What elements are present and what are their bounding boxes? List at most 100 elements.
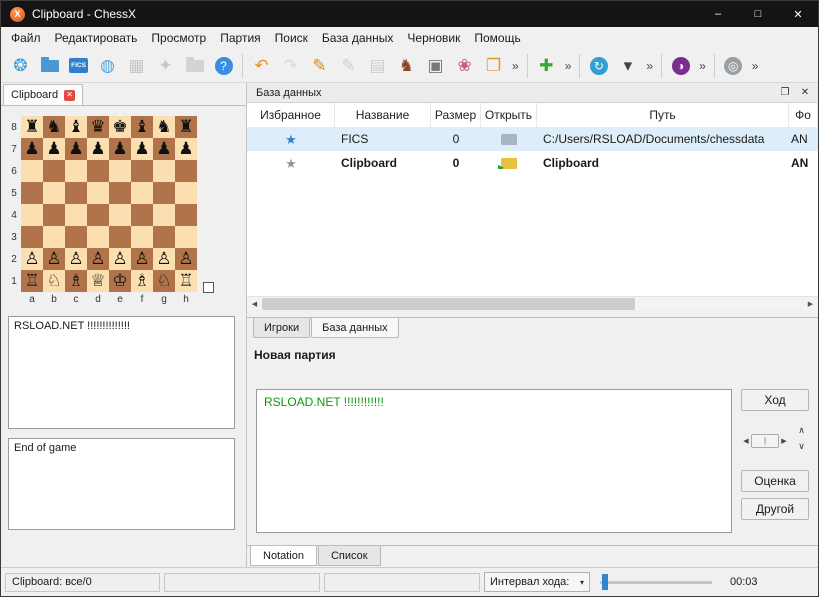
square-h8[interactable]: ♜: [175, 116, 197, 138]
square-g5[interactable]: [153, 182, 175, 204]
square-c1[interactable]: ♗: [65, 270, 87, 292]
square-c7[interactable]: ♟: [65, 138, 87, 160]
new-database-icon[interactable]: ❂: [6, 52, 35, 80]
square-c3[interactable]: [65, 226, 87, 248]
square-c8[interactable]: ♝: [65, 116, 87, 138]
other-button[interactable]: Другой: [741, 498, 809, 520]
square-b2[interactable]: ♙: [43, 248, 65, 270]
folder-icon[interactable]: [180, 52, 209, 80]
comment-icon[interactable]: ✎: [334, 52, 363, 80]
favorite-star-icon[interactable]: ★: [285, 133, 297, 146]
square-g6[interactable]: [153, 160, 175, 182]
move-interval-combobox[interactable]: Интервал хода: ▾: [484, 572, 590, 592]
col-header-size[interactable]: Размер: [431, 103, 481, 127]
square-h2[interactable]: ♙: [175, 248, 197, 270]
square-b8[interactable]: ♞: [43, 116, 65, 138]
slider-right-icon[interactable]: ▶: [779, 437, 789, 445]
close-panel-icon[interactable]: ✕: [798, 87, 812, 98]
square-b3[interactable]: [43, 226, 65, 248]
move-slider[interactable]: ◀ | ▶: [741, 433, 789, 448]
square-a3[interactable]: [21, 226, 43, 248]
move-button[interactable]: Ход: [741, 389, 809, 411]
fics-icon[interactable]: FICS: [64, 52, 93, 80]
square-a6[interactable]: [21, 160, 43, 182]
square-e6[interactable]: [109, 160, 131, 182]
interval-slider-handle[interactable]: [602, 574, 608, 590]
scroll-left-icon[interactable]: ◀: [247, 300, 262, 308]
toolbar-overflow-icon[interactable]: »: [642, 59, 657, 73]
notation-box[interactable]: RSLOAD.NET !!!!!!!!!!!!: [256, 389, 732, 533]
edit-icon[interactable]: ✎: [305, 52, 334, 80]
web-search-icon[interactable]: ◎: [719, 52, 748, 80]
square-f6[interactable]: [131, 160, 153, 182]
col-header-path[interactable]: Путь: [537, 103, 789, 127]
tab-players[interactable]: Игроки: [253, 318, 310, 338]
square-f5[interactable]: [131, 182, 153, 204]
col-header-favorite[interactable]: Избранное: [247, 103, 335, 127]
square-f4[interactable]: [131, 204, 153, 226]
resize-arrows-icon[interactable]: ✚: [532, 52, 561, 80]
square-g7[interactable]: ♟: [153, 138, 175, 160]
square-e7[interactable]: ♟: [109, 138, 131, 160]
square-b4[interactable]: [43, 204, 65, 226]
toolbar-overflow-icon[interactable]: »: [508, 59, 523, 73]
help-icon[interactable]: ?: [209, 52, 238, 80]
open-folder-icon[interactable]: ▶: [501, 158, 517, 169]
horizontal-scrollbar[interactable]: ◀ ▶: [247, 296, 818, 310]
square-a2[interactable]: ♙: [21, 248, 43, 270]
slider-left-icon[interactable]: ◀: [741, 437, 751, 445]
square-f1[interactable]: ♗: [131, 270, 153, 292]
tab-clipboard[interactable]: Clipboard ✕: [3, 84, 83, 105]
square-b1[interactable]: ♘: [43, 270, 65, 292]
web-database-icon[interactable]: ◍: [93, 52, 122, 80]
close-button[interactable]: ✕: [778, 1, 818, 27]
menu-search[interactable]: Поиск: [268, 28, 315, 48]
col-header-format[interactable]: Фо: [789, 103, 818, 127]
paste-icon[interactable]: ❐: [479, 52, 508, 80]
square-h5[interactable]: [175, 182, 197, 204]
square-e2[interactable]: ♙: [109, 248, 131, 270]
square-h7[interactable]: ♟: [175, 138, 197, 160]
square-a7[interactable]: ♟: [21, 138, 43, 160]
undo-icon[interactable]: ↶: [247, 52, 276, 80]
bell-icon[interactable]: ✦: [151, 52, 180, 80]
favorite-star-icon[interactable]: ★: [285, 157, 297, 170]
scroll-thumb[interactable]: [262, 298, 635, 310]
square-h1[interactable]: ♖: [175, 270, 197, 292]
square-c6[interactable]: [65, 160, 87, 182]
square-h3[interactable]: [175, 226, 197, 248]
open-folder-icon[interactable]: [501, 134, 517, 145]
tab-database[interactable]: База данных: [311, 318, 399, 338]
square-b6[interactable]: [43, 160, 65, 182]
spin-down-icon[interactable]: ∨: [794, 439, 809, 453]
square-d1[interactable]: ♕: [87, 270, 109, 292]
square-g8[interactable]: ♞: [153, 116, 175, 138]
annotation-box[interactable]: RSLOAD.NET !!!!!!!!!!!!!!: [8, 316, 235, 429]
interval-slider[interactable]: [600, 572, 712, 592]
square-h6[interactable]: [175, 160, 197, 182]
toolbar-overflow-icon[interactable]: »: [695, 59, 710, 73]
scroll-right-icon[interactable]: ▶: [803, 300, 818, 308]
square-h4[interactable]: [175, 204, 197, 226]
square-e4[interactable]: [109, 204, 131, 226]
square-c5[interactable]: [65, 182, 87, 204]
square-b5[interactable]: [43, 182, 65, 204]
table-row-clipboard[interactable]: ★Clipboard0▶ClipboardAN: [247, 151, 818, 175]
open-database-icon[interactable]: [35, 52, 64, 80]
spin-up-icon[interactable]: ∧: [794, 423, 809, 437]
menu-database[interactable]: База данных: [315, 28, 400, 48]
picture-icon[interactable]: ❀: [450, 52, 479, 80]
square-e8[interactable]: ♚: [109, 116, 131, 138]
square-g2[interactable]: ♙: [153, 248, 175, 270]
endgame-box[interactable]: End of game: [8, 438, 235, 530]
save-icon[interactable]: ▦: [122, 52, 151, 80]
col-header-open[interactable]: Открыть: [481, 103, 537, 127]
minimize-button[interactable]: –: [698, 1, 738, 27]
square-d3[interactable]: [87, 226, 109, 248]
square-d7[interactable]: ♟: [87, 138, 109, 160]
square-f3[interactable]: [131, 226, 153, 248]
square-a4[interactable]: [21, 204, 43, 226]
menu-draft[interactable]: Черновик: [400, 28, 467, 48]
table-row-fics[interactable]: ★FICS0C:/Users/RSLOAD/Documents/chessdat…: [247, 127, 818, 151]
square-f8[interactable]: ♝: [131, 116, 153, 138]
